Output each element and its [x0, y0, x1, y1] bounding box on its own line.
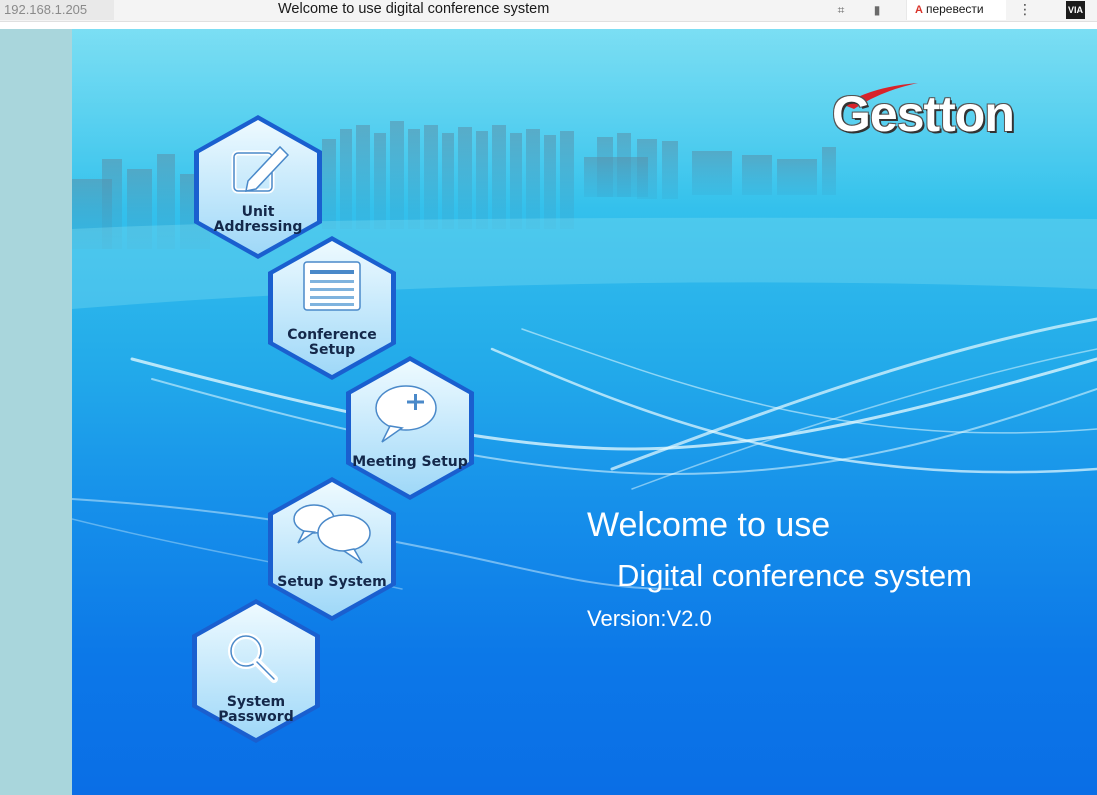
- translate-label: перевести: [925, 2, 984, 16]
- bookmark-icon[interactable]: ▮: [869, 2, 885, 18]
- address-bar[interactable]: 192.168.1.205: [0, 0, 114, 20]
- list-icon: [303, 261, 361, 311]
- welcome-heading: Welcome to use: [587, 506, 831, 544]
- chat-add-icon: [375, 385, 437, 443]
- brand-logo: Gestton: [832, 86, 1015, 142]
- welcome-subheading: Digital conference system: [617, 558, 972, 593]
- setup-system-label: Setup System: [277, 574, 387, 590]
- browser-tab-title: Welcome to use digital conference system: [278, 1, 550, 17]
- translate-page-icon[interactable]: ⌗: [833, 2, 849, 18]
- via-extension-icon[interactable]: VIA: [1066, 1, 1085, 19]
- translate-icon: A: [915, 4, 923, 16]
- conference-setup-label-1: Conference: [287, 327, 377, 343]
- main-canvas: Gestton Welcome to use Digital conferenc…: [72, 29, 1097, 795]
- edit-icon: [231, 145, 290, 194]
- system-password-label-2: Password: [218, 709, 294, 725]
- more-menu-icon[interactable]: ⋮: [1018, 0, 1032, 20]
- left-side-panel: [0, 29, 72, 795]
- translate-button[interactable]: Aперевести: [906, 0, 1006, 20]
- system-password-label-1: System: [226, 694, 286, 710]
- unit-addressing-label-1: Unit: [241, 204, 275, 220]
- chat-bubbles-icon: [293, 504, 371, 564]
- meeting-setup-label: Meeting Setup: [352, 454, 468, 470]
- system-password-button[interactable]: System Password: [186, 595, 326, 747]
- magnifier-icon: [228, 633, 278, 683]
- browser-toolbar: 192.168.1.205 Welcome to use digital con…: [0, 0, 1097, 22]
- version-label: Version:V2.0: [587, 606, 712, 631]
